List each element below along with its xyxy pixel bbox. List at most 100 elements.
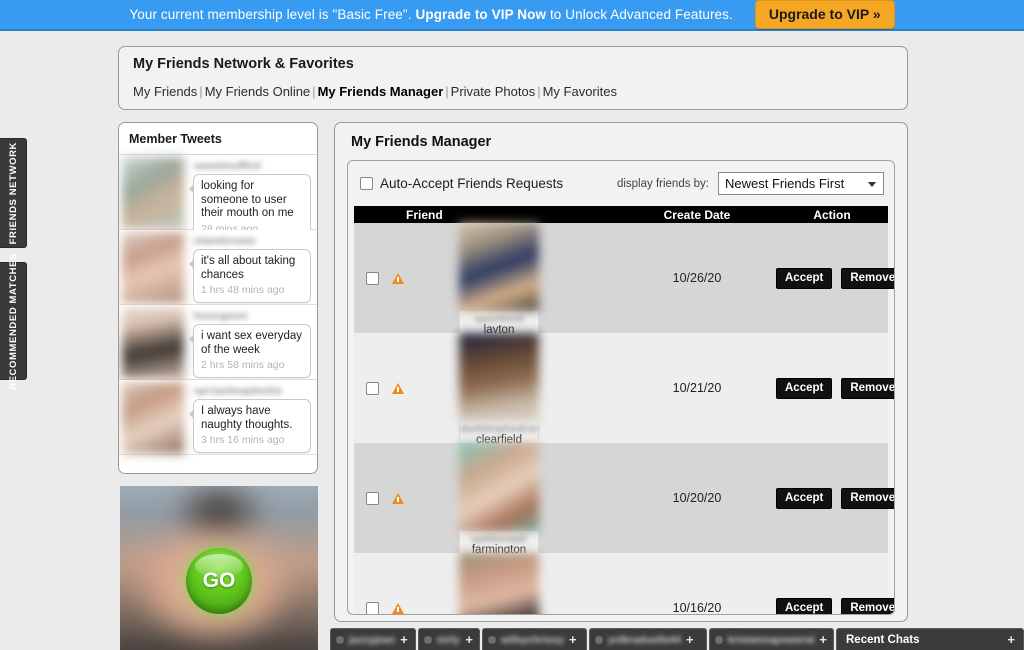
tweet-username[interactable]: sweetmuffin2 xyxy=(194,160,311,172)
upgrade-to-vip-button[interactable]: Upgrade to VIP » xyxy=(754,0,895,29)
chat-tab-name: wifeychrissy xyxy=(501,633,565,646)
accept-button[interactable]: Accept xyxy=(776,267,833,289)
warning-triangle-icon[interactable] xyxy=(392,492,404,504)
row-select-checkbox[interactable] xyxy=(366,601,379,614)
column-header-action: Action xyxy=(813,207,851,222)
friend-avatar[interactable] xyxy=(459,443,539,531)
tweet-username[interactable]: islandcream xyxy=(194,235,311,247)
column-header-create-date: Create Date xyxy=(663,207,731,222)
warning-triangle-icon[interactable] xyxy=(392,382,404,394)
chat-bar: jazzyjean + mrlyl + wifeychrissy + yolkr… xyxy=(330,628,1024,650)
row-select-checkbox[interactable] xyxy=(366,381,379,395)
friend-create-date: 10/26/20 xyxy=(672,271,722,285)
friend-create-date: 10/16/20 xyxy=(672,601,722,615)
tweet-bubble: it's all about taking chances 1 hrs 48 m… xyxy=(189,249,311,303)
chat-tab[interactable]: mrlyl + xyxy=(418,628,480,650)
friend-create-date: 10/20/20 xyxy=(672,491,722,505)
chat-tab-close-icon[interactable]: + xyxy=(569,632,577,647)
remove-button[interactable]: Remove xyxy=(841,487,894,509)
nav-separator: | xyxy=(312,84,316,99)
friend-avatar[interactable] xyxy=(459,223,539,311)
row-select-checkbox[interactable] xyxy=(366,271,379,285)
remove-button[interactable]: Remove xyxy=(841,377,894,399)
chat-tab[interactable]: yolkraduelle44 + xyxy=(589,628,707,650)
go-button[interactable]: GO xyxy=(186,548,252,615)
chat-tab[interactable]: jazzyjean + xyxy=(330,628,416,650)
friend-username[interactable]: spdilonapli xyxy=(460,533,538,544)
nav-link-my-friends[interactable]: My Friends xyxy=(133,84,197,99)
row-select-checkbox[interactable] xyxy=(366,491,379,505)
auto-accept-checkbox[interactable] xyxy=(360,177,373,190)
display-friends-by-label: display friends by: xyxy=(616,177,709,190)
table-row: darkblophedrod clearfield 10/21/20 Accep… xyxy=(354,333,894,451)
chat-tab[interactable]: wifeychrissy + xyxy=(482,628,587,650)
tweet-text: i want sex everyday of the week xyxy=(201,330,302,356)
rail-tab-friends-network[interactable]: FRIENDS NETWORK xyxy=(0,138,27,248)
tweet-item[interactable]: islandcream it's all about taking chance… xyxy=(119,230,317,305)
column-header-friend: Friend xyxy=(406,207,443,222)
friends-table: Friend Create Date Action sportforill la… xyxy=(354,206,894,615)
tweet-avatar[interactable] xyxy=(122,382,184,454)
friends-manager-controls: Auto-Accept Friends Requests display fri… xyxy=(348,161,894,206)
promo-ad-banner[interactable]: GO xyxy=(120,486,318,650)
nav-separator: | xyxy=(199,84,203,99)
tweet-item[interactable]: spr1ashnaplechic I always have naughty t… xyxy=(119,380,317,455)
tweet-timestamp: 2 hrs 58 mins ago xyxy=(201,359,285,371)
tweet-timestamp: 1 hrs 48 mins ago xyxy=(201,284,285,296)
page-title: My Friends Network & Favorites xyxy=(133,56,354,72)
tweet-avatar[interactable] xyxy=(122,232,184,304)
promo-text-emphasis: Upgrade to VIP Now xyxy=(415,7,547,22)
friend-card[interactable]: kendralove xyxy=(459,553,539,614)
nav-link-private-photos[interactable]: Private Photos xyxy=(451,84,536,99)
presence-dot-icon xyxy=(715,635,723,644)
warning-triangle-icon[interactable] xyxy=(392,272,404,284)
remove-button[interactable]: Remove xyxy=(841,597,894,614)
tweet-item[interactable]: sweetmuffin2 looking for someone to user… xyxy=(119,155,317,241)
tweet-username[interactable]: foxorgasm xyxy=(194,310,311,322)
friend-avatar[interactable] xyxy=(459,553,539,614)
remove-button[interactable]: Remove xyxy=(841,267,894,289)
friend-avatar[interactable] xyxy=(459,333,539,421)
table-row: spdilonapli farmington 10/20/20 Accept R… xyxy=(354,443,894,561)
friend-card[interactable]: sportforill layton xyxy=(459,223,539,341)
tweet-avatar[interactable] xyxy=(122,157,184,229)
friend-username[interactable]: darkblophedrod xyxy=(460,423,538,434)
friend-username[interactable]: sportforill xyxy=(460,313,538,324)
friend-create-date: 10/21/20 xyxy=(672,381,722,395)
chat-tab-close-icon[interactable]: + xyxy=(400,632,408,647)
friend-card[interactable]: spdilonapli farmington xyxy=(459,443,539,561)
chat-tab-close-icon[interactable]: + xyxy=(465,632,473,647)
chat-tab-close-icon[interactable]: + xyxy=(686,632,694,647)
recent-chats-label: Recent Chats xyxy=(846,633,920,646)
presence-dot-icon xyxy=(424,635,432,644)
chat-tab[interactable]: kristannapowerald + xyxy=(709,628,834,650)
auto-accept-label: Auto-Accept Friends Requests xyxy=(380,176,564,191)
tweet-item[interactable]: foxorgasm i want sex everyday of the wee… xyxy=(119,305,317,380)
warning-triangle-icon[interactable] xyxy=(392,602,404,614)
membership-promo-banner: Your current membership level is "Basic … xyxy=(0,0,1024,31)
nav-separator: | xyxy=(537,84,541,99)
chat-tab-close-icon[interactable]: + xyxy=(819,632,827,647)
friend-card[interactable]: darkblophedrod clearfield xyxy=(459,333,539,451)
accept-button[interactable]: Accept xyxy=(776,377,833,399)
rail-tab-friends-network-label: FRIENDS NETWORK xyxy=(7,141,19,245)
nav-separator: | xyxy=(445,84,449,99)
recent-chats-tab[interactable]: Recent Chats + xyxy=(836,628,1024,650)
sort-order-value: Newest Friends First xyxy=(725,176,845,191)
nav-link-my-friends-online[interactable]: My Friends Online xyxy=(205,84,310,99)
tweet-username[interactable]: spr1ashnaplechic xyxy=(194,385,311,397)
table-row: kendralove 10/16/20 Accept Remove xyxy=(354,553,894,615)
tweet-text: I always have naughty thoughts. xyxy=(201,405,293,431)
member-tweets-title: Member Tweets xyxy=(119,123,317,155)
accept-button[interactable]: Accept xyxy=(776,487,833,509)
accept-button[interactable]: Accept xyxy=(776,597,833,614)
recent-chats-expand-icon[interactable]: + xyxy=(1007,632,1015,647)
breadcrumb: My Friends | My Friends Online | My Friends … xyxy=(133,84,893,99)
nav-link-my-favorites[interactable]: My Favorites xyxy=(543,84,617,99)
rail-tab-recommended-matches[interactable]: RECOMMENDED MATCHES xyxy=(0,253,27,389)
tweet-bubble: I always have naughty thoughts. 3 hrs 16… xyxy=(189,399,311,453)
nav-link-my-friends-manager[interactable]: My Friends Manager xyxy=(318,84,444,99)
tweet-avatar[interactable] xyxy=(122,307,184,379)
sort-order-select[interactable]: Newest Friends First xyxy=(718,172,884,195)
rail-tab-recommended-matches-label: RECOMMENDED MATCHES xyxy=(7,252,19,390)
